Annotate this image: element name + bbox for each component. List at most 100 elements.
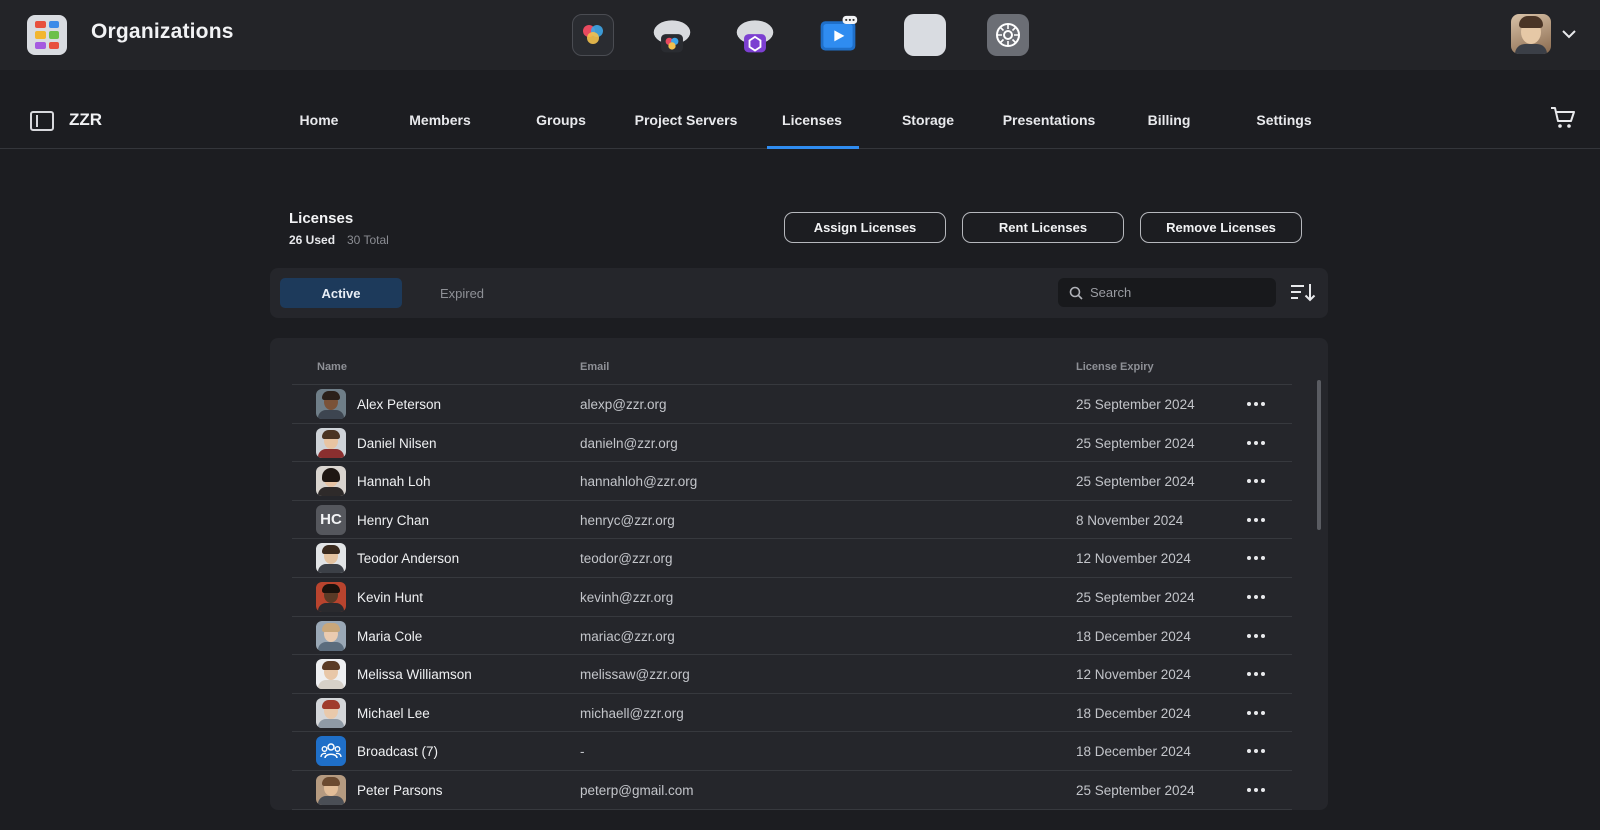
search-input[interactable] xyxy=(1090,278,1270,307)
avatar xyxy=(316,774,346,805)
table-row[interactable]: Melissa Williamson melissaw@zzr.org 12 N… xyxy=(292,655,1292,694)
more-options-icon[interactable] xyxy=(1244,512,1268,528)
table-row[interactable]: Hannah Loh hannahloh@zzr.org 25 Septembe… xyxy=(292,462,1292,501)
nav-home[interactable]: Home xyxy=(300,112,339,128)
nav-groups[interactable]: Groups xyxy=(536,112,586,128)
member-name: Alex Peterson xyxy=(357,397,442,412)
licenses-total-count: 30 Total xyxy=(347,233,389,247)
license-expiry: 18 December 2024 xyxy=(1076,705,1191,721)
cart-icon[interactable] xyxy=(1550,106,1576,130)
avatar-initials: HC xyxy=(316,504,346,535)
avatar xyxy=(316,581,346,612)
member-name: Henry Chan xyxy=(357,512,430,528)
more-options-icon[interactable] xyxy=(1244,435,1268,451)
remove-licenses-button[interactable]: Remove Licenses xyxy=(1140,212,1302,243)
rent-licenses-button[interactable]: Rent Licenses xyxy=(962,212,1124,243)
more-options-icon[interactable] xyxy=(1244,396,1268,412)
license-expiry: 12 November 2024 xyxy=(1076,551,1191,567)
sort-icon[interactable] xyxy=(1290,281,1316,303)
more-options-icon[interactable] xyxy=(1244,550,1268,566)
table-row[interactable]: Peter Parsons peterp@gmail.com 25 Septem… xyxy=(292,771,1292,810)
table-row[interactable]: Broadcast (7) - 18 December 2024 xyxy=(292,732,1292,771)
table-row[interactable]: Kevin Hunt kevinh@zzr.org 25 September 2… xyxy=(292,578,1292,617)
license-expiry: 25 September 2024 xyxy=(1076,782,1195,798)
avatar xyxy=(316,427,346,458)
avatar xyxy=(316,697,346,728)
table-row[interactable]: HC Henry Chan henryc@zzr.org 8 November … xyxy=(292,501,1292,540)
avatar xyxy=(316,543,346,574)
user-avatar[interactable] xyxy=(1511,14,1551,54)
nav-settings[interactable]: Settings xyxy=(1256,112,1311,128)
more-options-icon[interactable] xyxy=(1244,782,1268,798)
member-email: melissaw@zzr.org xyxy=(580,667,690,683)
member-email: - xyxy=(580,744,585,760)
more-options-icon[interactable] xyxy=(1244,589,1268,605)
system-preferences-icon[interactable] xyxy=(987,14,1029,56)
license-expiry: 25 September 2024 xyxy=(1076,589,1195,605)
tab-active[interactable]: Active xyxy=(280,278,402,308)
license-expiry: 25 September 2024 xyxy=(1076,474,1195,490)
active-tab-indicator xyxy=(767,146,859,149)
more-options-icon[interactable] xyxy=(1244,743,1268,759)
scrollbar[interactable] xyxy=(1317,380,1321,530)
more-options-icon[interactable] xyxy=(1244,473,1268,489)
more-options-icon[interactable] xyxy=(1244,666,1268,682)
nav-project-servers[interactable]: Project Servers xyxy=(635,112,738,128)
member-email: hannahloh@zzr.org xyxy=(580,474,698,490)
assign-licenses-button[interactable]: Assign Licenses xyxy=(784,212,946,243)
column-header-name[interactable]: Name xyxy=(317,361,347,373)
search-box xyxy=(1058,278,1276,307)
filter-bar: Active Expired xyxy=(270,268,1328,318)
nav-presentations[interactable]: Presentations xyxy=(1003,112,1096,128)
license-expiry: 25 September 2024 xyxy=(1076,397,1195,412)
table-row[interactable]: Teodor Anderson teodor@zzr.org 12 Novemb… xyxy=(292,539,1292,578)
member-email: danieln@zzr.org xyxy=(580,435,678,451)
member-name: Daniel Nilsen xyxy=(357,435,437,451)
avatar xyxy=(316,389,346,419)
organizations-icon[interactable] xyxy=(904,14,946,56)
nav-licenses[interactable]: Licenses xyxy=(782,112,842,128)
more-options-icon[interactable] xyxy=(1244,705,1268,721)
avatar xyxy=(316,466,346,497)
member-email: alexp@zzr.org xyxy=(580,397,667,412)
page-title: Licenses xyxy=(289,210,354,227)
tab-expired[interactable]: Expired xyxy=(401,278,523,308)
more-options-icon[interactable] xyxy=(1244,628,1268,644)
member-name: Melissa Williamson xyxy=(357,667,472,683)
app-title: Organizations xyxy=(91,20,234,43)
nav-billing[interactable]: Billing xyxy=(1148,112,1191,128)
license-expiry: 25 September 2024 xyxy=(1076,435,1195,451)
member-email: michaell@zzr.org xyxy=(580,705,684,721)
licenses-table: Name Email License Expiry Alex Peterson … xyxy=(270,338,1328,810)
license-expiry: 18 December 2024 xyxy=(1076,744,1191,760)
table-row[interactable]: Daniel Nilsen danieln@zzr.org 25 Septemb… xyxy=(292,424,1292,463)
table-row[interactable]: Maria Cole mariac@zzr.org 18 December 20… xyxy=(292,617,1292,656)
license-expiry: 12 November 2024 xyxy=(1076,667,1191,683)
table-body: Alex Peterson alexp@zzr.org 25 September… xyxy=(292,385,1292,810)
table-row[interactable]: Michael Lee michaell@zzr.org 18 December… xyxy=(292,694,1292,733)
presentation-player-icon[interactable] xyxy=(817,14,859,56)
sidebar-toggle-icon[interactable] xyxy=(30,111,54,131)
column-header-email[interactable]: Email xyxy=(580,361,609,373)
nav-storage[interactable]: Storage xyxy=(902,112,954,128)
member-name: Broadcast (7) xyxy=(357,744,439,760)
group-icon xyxy=(316,736,346,767)
member-name: Teodor Anderson xyxy=(357,551,460,567)
column-header-license-expiry[interactable]: License Expiry xyxy=(1076,361,1154,373)
nav-bar: ZZR Home Members Groups Project Servers … xyxy=(0,70,1600,149)
member-email: mariac@zzr.org xyxy=(580,628,675,644)
cloud-database-icon[interactable] xyxy=(734,14,776,56)
member-name: Michael Lee xyxy=(357,705,430,721)
organizations-logo-icon xyxy=(27,15,67,55)
cloud-resolve-icon[interactable] xyxy=(651,14,693,56)
nav-members[interactable]: Members xyxy=(409,112,470,128)
table-row[interactable]: Alex Peterson alexp@zzr.org 25 September… xyxy=(292,385,1292,424)
davinci-resolve-icon[interactable] xyxy=(572,14,614,56)
member-email: teodor@zzr.org xyxy=(580,551,673,567)
top-bar: Organizations xyxy=(0,0,1600,70)
search-icon xyxy=(1069,286,1083,300)
member-email: peterp@gmail.com xyxy=(580,782,694,798)
licenses-used-count: 26 Used xyxy=(289,233,336,247)
avatar xyxy=(316,659,346,690)
chevron-down-icon[interactable] xyxy=(1560,25,1578,43)
